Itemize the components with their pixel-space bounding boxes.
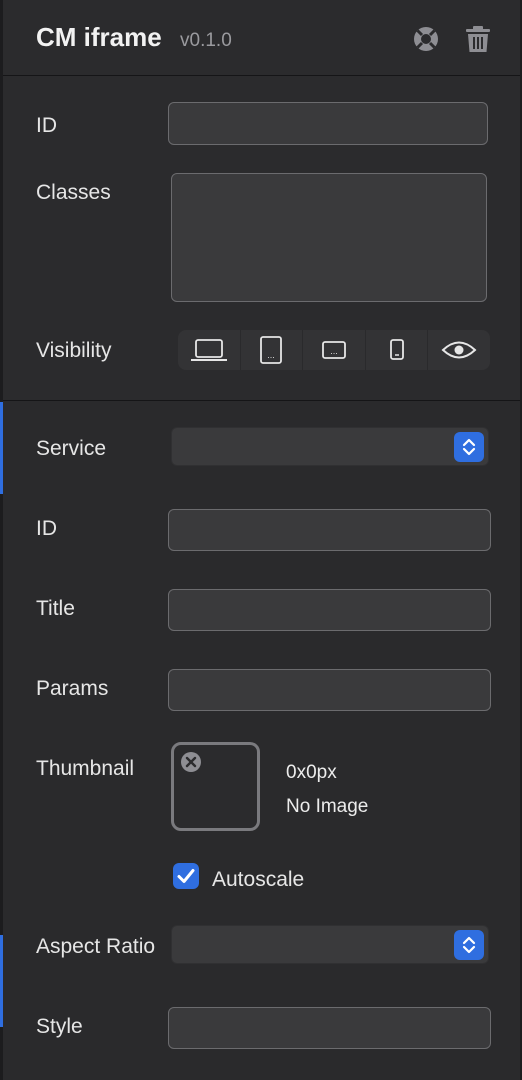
classes-label: Classes — [36, 181, 111, 204]
params-label: Params — [36, 677, 109, 700]
id-label: ID — [36, 114, 57, 137]
visibility-desktop-button[interactable] — [178, 330, 241, 370]
visibility-tablet-landscape-button[interactable]: ... — [303, 330, 366, 370]
thumbnail-label: Thumbnail — [36, 757, 135, 780]
thumbnail-size: 0x0px — [286, 762, 337, 783]
tablet-icon: ... — [260, 336, 283, 364]
style-label: Style — [36, 1015, 83, 1038]
service-label: Service — [36, 437, 107, 460]
svg-text:...: ... — [268, 351, 276, 360]
element-id-input[interactable] — [168, 102, 488, 145]
params-input[interactable] — [168, 669, 491, 711]
remove-image-icon[interactable] — [180, 751, 202, 773]
version-label: v0.1.0 — [180, 30, 232, 51]
iframe-id-label: ID — [36, 517, 57, 540]
panel-title: CM iframe — [36, 22, 162, 52]
phone-icon — [389, 339, 404, 360]
inspector-header: CM iframe v0.1.0 — [3, 0, 520, 76]
title-label: Title — [36, 597, 75, 620]
visibility-tablet-button[interactable]: ... — [241, 330, 304, 370]
checkmark-icon — [177, 869, 195, 883]
visibility-label: Visibility — [36, 339, 112, 362]
select-arrows-icon — [454, 930, 484, 960]
visibility-eye-button[interactable] — [428, 330, 490, 370]
autoscale-label[interactable]: Autoscale — [212, 868, 304, 892]
iframe-id-input[interactable] — [168, 509, 491, 551]
tablet-landscape-icon: ... — [322, 341, 346, 359]
style-input[interactable] — [168, 1007, 491, 1049]
thumbnail-dropzone[interactable] — [171, 742, 260, 831]
aspect-ratio-select[interactable] — [171, 925, 489, 964]
eye-icon — [441, 341, 477, 359]
visibility-toggle-group: ... ... — [178, 330, 490, 370]
service-select[interactable] — [171, 427, 489, 466]
svg-text:...: ... — [330, 347, 338, 356]
autoscale-checkbox[interactable] — [173, 863, 199, 889]
selection-indicator — [0, 402, 3, 494]
classes-textarea[interactable] — [171, 173, 487, 302]
select-arrows-icon — [454, 432, 484, 462]
help-lifebuoy-icon[interactable] — [411, 24, 441, 54]
visibility-phone-button[interactable] — [366, 330, 429, 370]
trash-icon[interactable] — [463, 24, 493, 54]
thumbnail-status: No Image — [286, 796, 369, 817]
aspect-ratio-label: Aspect Ratio — [36, 935, 156, 958]
laptop-icon — [190, 339, 227, 361]
title-input[interactable] — [168, 589, 491, 631]
selection-indicator — [0, 935, 3, 1027]
